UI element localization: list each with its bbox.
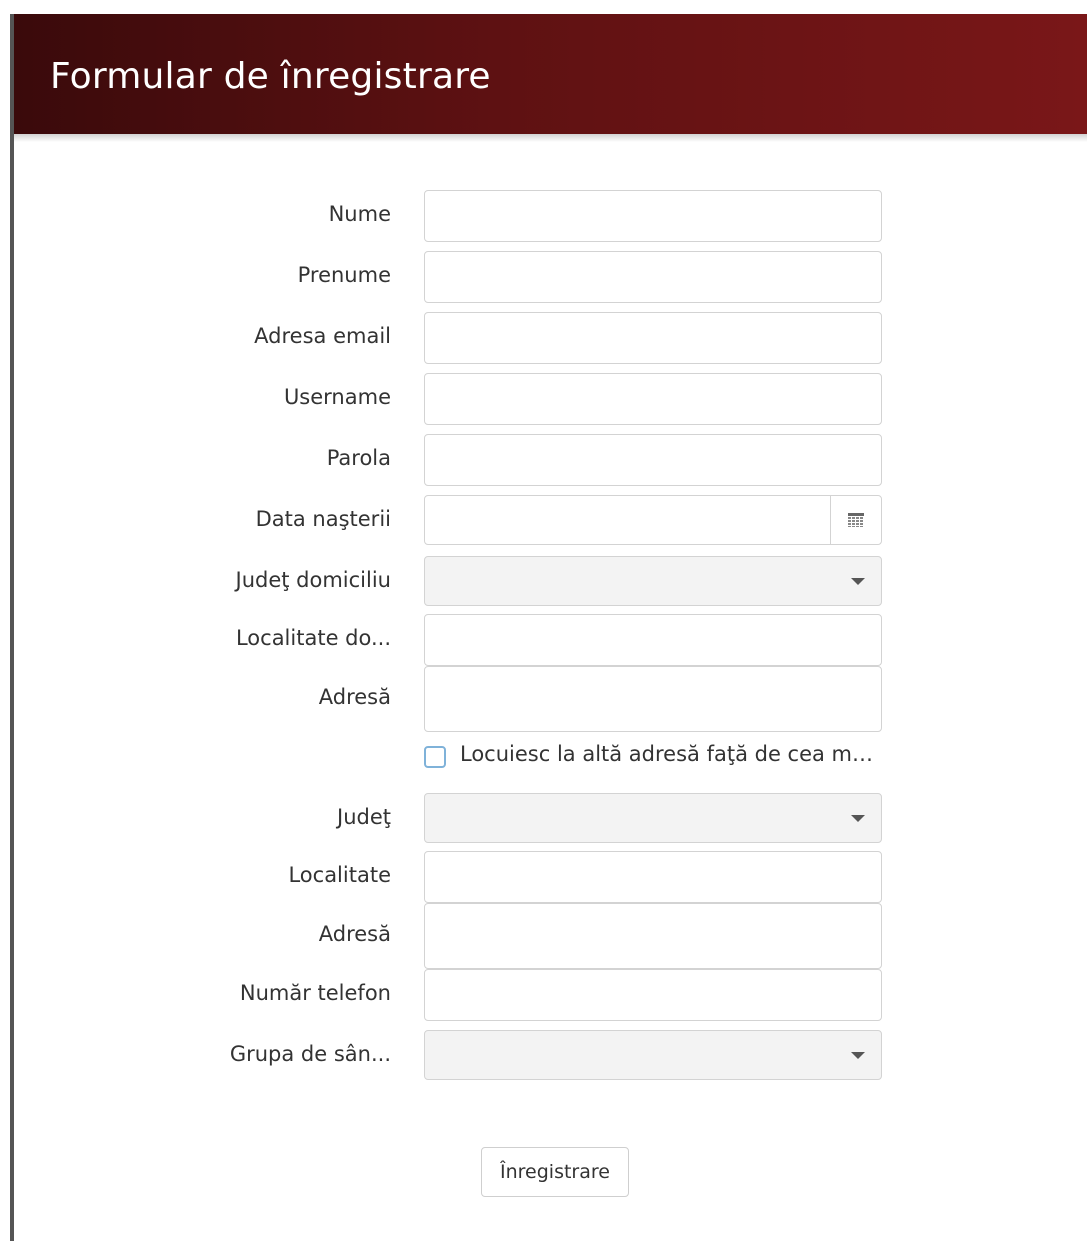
row-username: Username <box>14 373 1087 425</box>
alt-adresa-checkbox[interactable] <box>424 746 446 768</box>
row-localitate-domiciliu: Localitate do... <box>14 614 1087 666</box>
chevron-down-icon <box>851 1052 865 1059</box>
header-shadow <box>14 134 1087 142</box>
localitate-label: Localitate <box>288 863 391 887</box>
parola-input[interactable] <box>424 434 882 486</box>
alt-adresa-checkbox-row[interactable]: Locuiesc la altă adresă faţă de cea me..… <box>424 742 884 772</box>
adresa-domiciliu-label: Adresă <box>318 685 391 709</box>
row-grupa-sange: Grupa de sân... <box>14 1030 1087 1080</box>
localitate-domiciliu-input[interactable] <box>424 614 882 666</box>
top-edge <box>0 0 1087 14</box>
parola-label: Parola <box>326 446 391 470</box>
registration-page: Formular de înregistrare Nume Prenume Ad… <box>0 0 1087 1241</box>
telefon-input[interactable] <box>424 969 882 1021</box>
localitate-domiciliu-label: Localitate do... <box>235 626 391 650</box>
prenume-label: Prenume <box>297 263 391 287</box>
calendar-button[interactable] <box>830 496 881 544</box>
adresa-label: Adresă <box>318 922 391 946</box>
row-adresa: Adresă <box>14 903 1087 969</box>
inregistrare-button[interactable]: Înregistrare <box>481 1147 629 1197</box>
row-parola: Parola <box>14 434 1087 486</box>
adresa-input[interactable] <box>424 903 882 969</box>
row-data-nasterii: Data naşterii <box>14 495 1087 545</box>
data-nasterii-label: Data naşterii <box>255 507 391 531</box>
judet-domiciliu-select[interactable] <box>424 556 882 606</box>
row-localitate: Localitate <box>14 851 1087 903</box>
email-label: Adresa email <box>254 324 391 348</box>
judet-label: Judeţ <box>337 805 391 829</box>
row-judet-domiciliu: Judeţ domiciliu <box>14 556 1087 606</box>
judet-select[interactable] <box>424 793 882 843</box>
registration-form: Nume Prenume Adresa email Username Parol… <box>14 142 1087 1241</box>
username-input[interactable] <box>424 373 882 425</box>
chevron-down-icon <box>851 578 865 585</box>
row-nume: Nume <box>14 190 1087 242</box>
grupa-sange-label: Grupa de sân... <box>229 1042 391 1066</box>
nume-label: Nume <box>328 202 391 226</box>
row-prenume: Prenume <box>14 251 1087 303</box>
row-adresa-domiciliu: Adresă <box>14 666 1087 732</box>
chevron-down-icon <box>851 815 865 822</box>
calendar-icon <box>848 513 864 527</box>
row-email: Adresa email <box>14 312 1087 364</box>
page-header: Formular de înregistrare <box>14 14 1087 134</box>
telefon-label: Număr telefon <box>239 981 391 1005</box>
data-nasterii-input[interactable] <box>424 495 882 545</box>
grupa-sange-select[interactable] <box>424 1030 882 1080</box>
row-judet: Judeţ <box>14 793 1087 843</box>
adresa-domiciliu-input[interactable] <box>424 666 882 732</box>
prenume-input[interactable] <box>424 251 882 303</box>
localitate-input[interactable] <box>424 851 882 903</box>
nume-input[interactable] <box>424 190 882 242</box>
page-title: Formular de înregistrare <box>50 56 491 97</box>
judet-domiciliu-label: Judeţ domiciliu <box>235 568 392 592</box>
alt-adresa-checkbox-label[interactable]: Locuiesc la altă adresă faţă de cea me..… <box>460 742 880 766</box>
email-input[interactable] <box>424 312 882 364</box>
row-telefon: Număr telefon <box>14 969 1087 1021</box>
username-label: Username <box>283 385 391 409</box>
